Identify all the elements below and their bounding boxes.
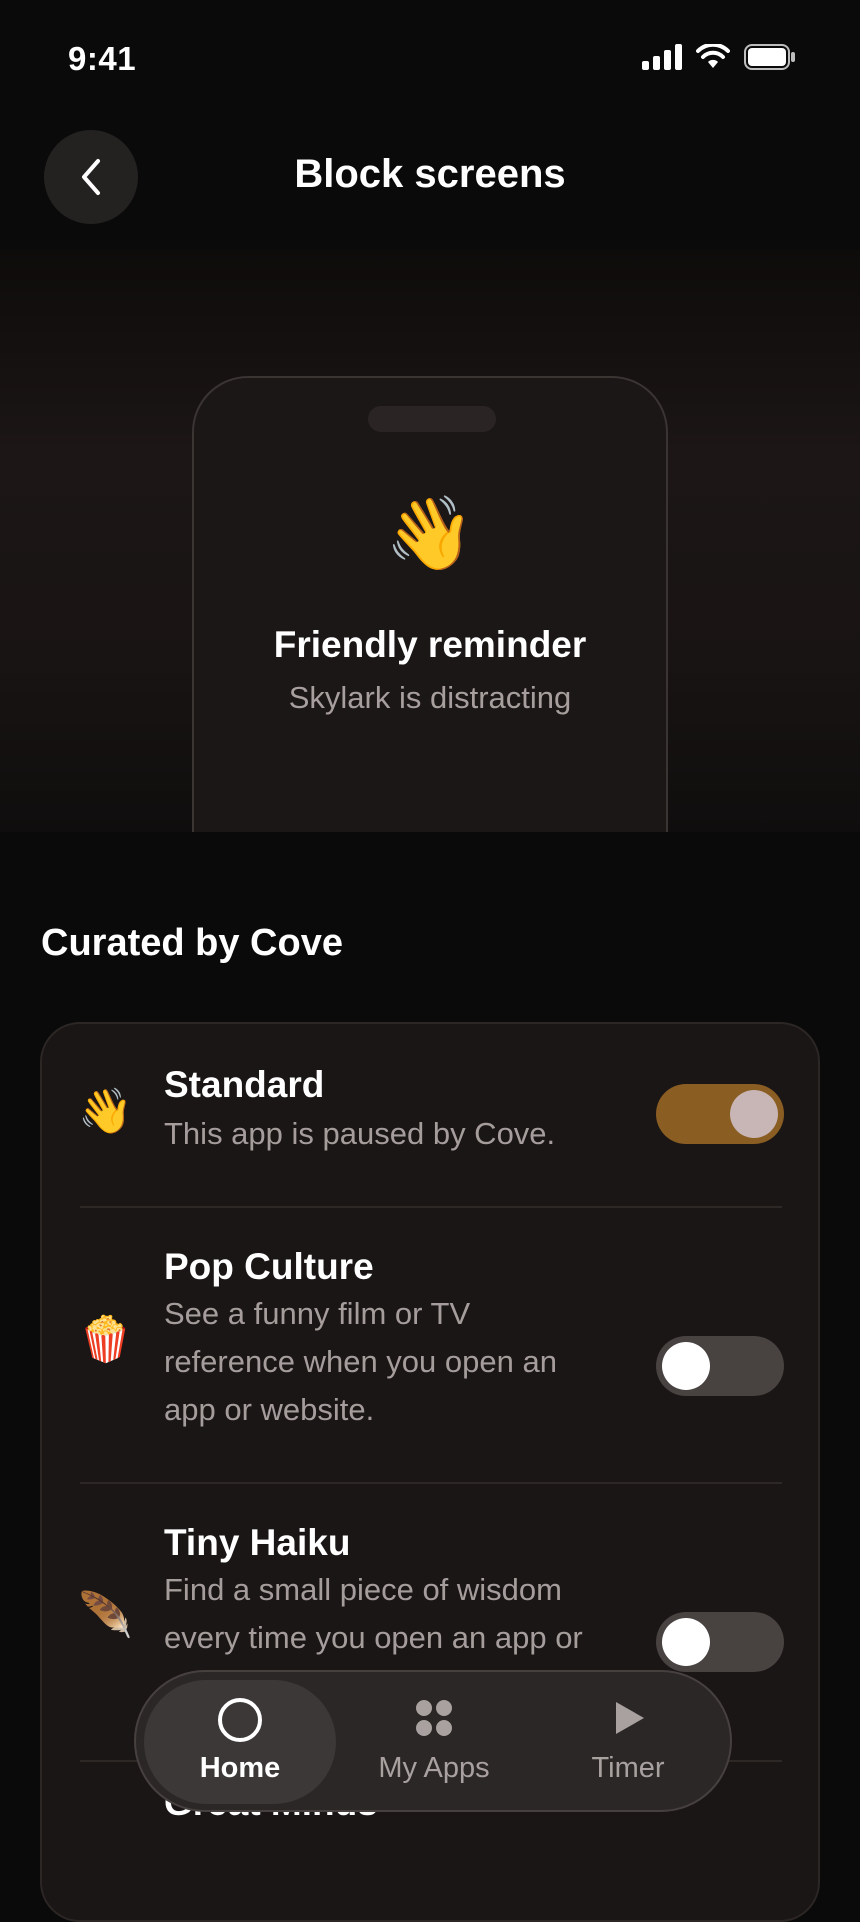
toggle-tiny-haiku[interactable] — [656, 1612, 784, 1672]
battery-icon — [744, 44, 795, 70]
header: Block screens — [0, 110, 860, 250]
section-title: Curated by Cove — [41, 922, 343, 964]
tab-label: Timer — [591, 1752, 665, 1784]
toggle-knob — [662, 1618, 710, 1666]
tab-home[interactable]: Home — [144, 1680, 336, 1804]
phone-mockup: 👋 Friendly reminder Skylark is distracti… — [192, 376, 668, 832]
toggle-pop-culture[interactable] — [656, 1336, 784, 1396]
feather-icon: 🪶 — [78, 1591, 133, 1640]
tab-label: Home — [199, 1752, 281, 1784]
phone-notch — [368, 406, 496, 432]
waving-hand-icon: 👋 — [385, 494, 475, 574]
option-name: Standard — [164, 1064, 325, 1105]
block-screen-preview: 👋 Friendly reminder Skylark is distracti… — [0, 250, 860, 832]
option-name: Pop Culture — [164, 1246, 374, 1287]
option-description: See a funny film or TV reference when yo… — [164, 1296, 557, 1427]
status-bar: 9:41 — [0, 0, 860, 110]
status-icons — [642, 44, 796, 70]
tab-timer[interactable]: Timer — [532, 1680, 724, 1804]
option-standard: 👋 Standard This app is paused by Cove. — [42, 1024, 818, 1206]
option-name: Tiny Haiku — [164, 1522, 351, 1563]
status-time: 9:41 — [68, 40, 137, 77]
option-description: This app is paused by Cove. — [164, 1116, 556, 1151]
preview-title: Friendly reminder — [273, 624, 587, 665]
tab-label: My Apps — [378, 1752, 490, 1784]
toggle-standard[interactable] — [656, 1084, 784, 1144]
waving-hand-icon: 👋 — [78, 1087, 133, 1136]
toggle-knob — [662, 1342, 710, 1390]
option-description: Find a small piece of wisdom every time … — [164, 1572, 583, 1655]
tab-bar: Home My Apps Timer — [134, 1670, 732, 1812]
signal-icon — [642, 44, 682, 70]
popcorn-icon: 🍿 — [78, 1315, 133, 1364]
tab-my-apps[interactable]: My Apps — [338, 1680, 530, 1804]
page-title: Block screens — [294, 152, 566, 196]
wifi-icon — [696, 44, 730, 68]
apps-grid-icon — [416, 1700, 452, 1736]
preview-subtitle: Skylark is distracting — [288, 680, 572, 715]
toggle-knob — [730, 1090, 778, 1138]
circle-icon — [218, 1698, 262, 1742]
play-icon — [616, 1702, 644, 1734]
option-pop-culture: 🍿 Pop Culture See a funny film or TV ref… — [42, 1208, 818, 1482]
